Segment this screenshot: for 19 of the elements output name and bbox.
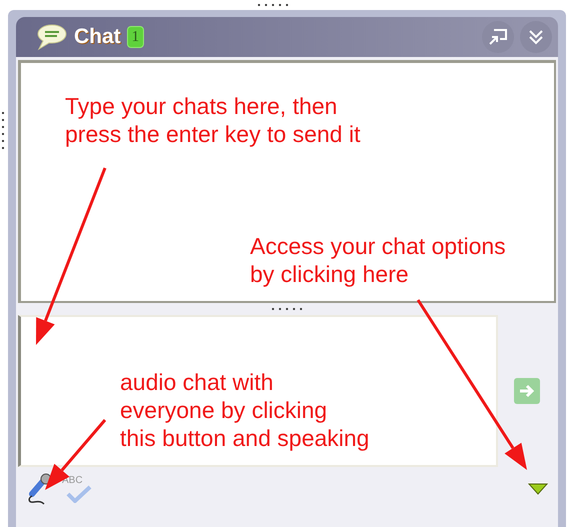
speech-bubble-icon [36, 23, 68, 51]
checkmark-icon [66, 485, 92, 503]
arrow-right-icon [518, 383, 536, 399]
options-button[interactable] [528, 483, 548, 495]
annotation-text: Type your chats here, then press the enter key to send it [65, 92, 360, 148]
grip-handle[interactable] [272, 308, 302, 310]
panel-title: Chat [74, 25, 121, 49]
popout-button[interactable] [482, 21, 514, 53]
unread-count-badge: 1 [126, 26, 144, 48]
double-chevron-icon [527, 28, 545, 46]
collapse-button[interactable] [520, 21, 552, 53]
arrow [45, 419, 106, 490]
annotation-text: audio chat with everyone by clicking this button and speaking [120, 368, 370, 452]
annotation-text: Access your chat options by clicking here [250, 232, 506, 288]
popout-icon [488, 28, 508, 46]
message-input[interactable] [18, 315, 498, 467]
grip-handle[interactable] [258, 4, 288, 6]
grip-handle[interactable] [2, 112, 4, 149]
triangle-icon [528, 483, 548, 495]
